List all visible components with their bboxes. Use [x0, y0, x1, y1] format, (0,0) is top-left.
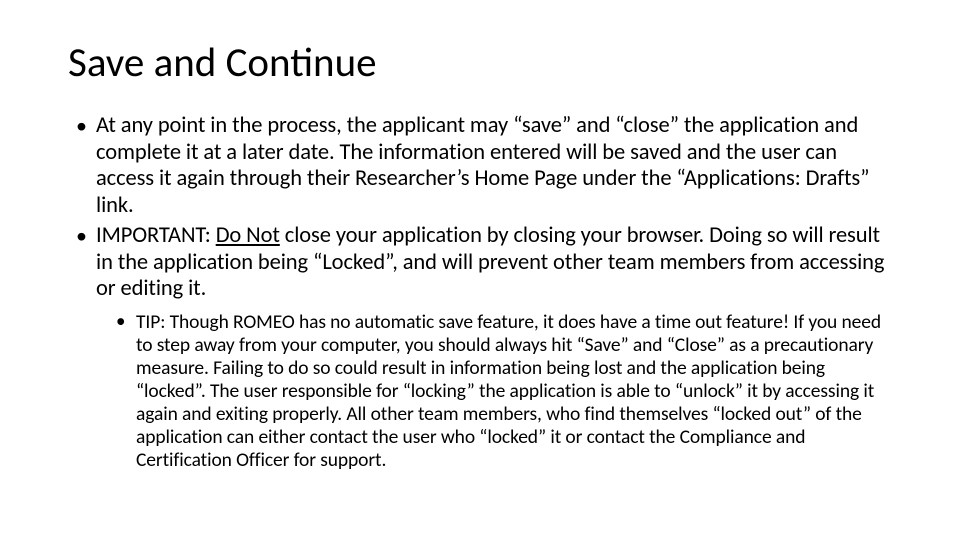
sub-bullet-list: TIP: Though ROMEO has no automatic save …: [96, 311, 892, 472]
sub-bullet-item-1: TIP: Though ROMEO has no automatic save …: [136, 311, 892, 472]
bullet-item-1: At any point in the process, the applica…: [96, 113, 892, 219]
bullet-item-2: IMPORTANT: Do Not close your application…: [96, 223, 892, 472]
slide-title: Save and Continue: [68, 42, 892, 85]
slide: Save and Continue At any point in the pr…: [0, 0, 960, 540]
bullet-item-2-prefix: IMPORTANT:: [96, 222, 216, 249]
bullet-list: At any point in the process, the applica…: [68, 113, 892, 472]
bullet-item-2-emphasis: Do Not: [216, 222, 280, 249]
